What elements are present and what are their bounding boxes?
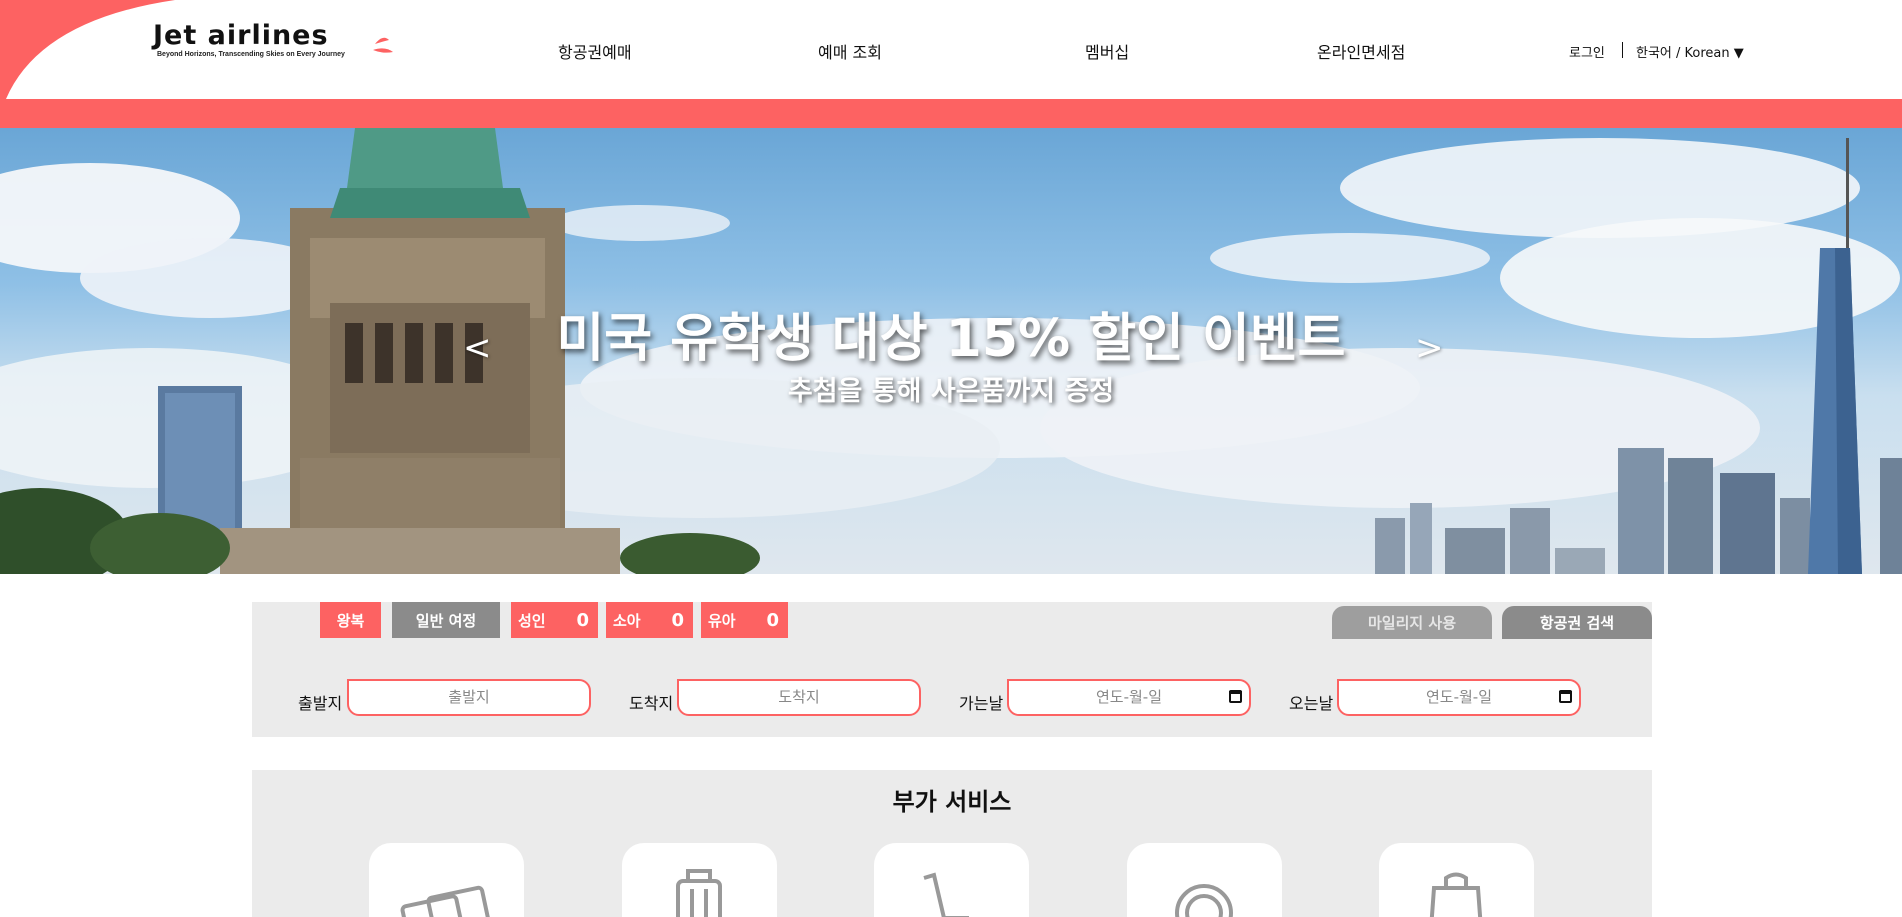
counter-child-label: 소아 [613,611,641,630]
nav-membership[interactable]: 멤버십 [1085,39,1129,63]
counter-child-value: 0 [671,609,684,631]
booking-panel: 왕복 일반 여정 성인 0 소아 0 유아 0 마일리지 사용 항공권 검색 [252,602,1652,737]
departure-input[interactable]: 출발지 [347,679,591,716]
service-card-ticket[interactable] [369,843,524,917]
duty-free-bag-icon [1429,872,1483,917]
luggage-icon [676,869,722,917]
service-card-luggage[interactable] [622,843,777,917]
meal-icon [1175,884,1233,917]
util-divider [1622,42,1623,58]
site-header: Jet airlines Beyond Horizons, Transcendi… [0,0,1902,99]
login-link[interactable]: 로그인 [1569,42,1605,61]
depart-date-input[interactable]: 연도-월-일 [1007,679,1251,716]
return-date-placeholder: 연도-월-일 [1425,688,1493,706]
departure-label: 출발지 [298,694,343,713]
logo[interactable]: Jet airlines Beyond Horizons, Transcendi… [153,22,393,72]
hero-subtitle: 추첨을 통해 사은품까지 증정 [787,376,1115,407]
tab-round-trip[interactable]: 왕복 [320,602,381,638]
return-date-label: 오는날 [1289,694,1334,713]
hero-title: 미국 유학생 대상 15% 할인 이벤트 [556,309,1346,369]
seat-icon [923,872,969,917]
counter-adult[interactable]: 성인 0 [511,602,598,638]
calendar-icon[interactable] [1559,690,1572,703]
arrival-input[interactable]: 도착지 [677,679,921,716]
depart-date-label: 가는날 [959,694,1004,713]
arrival-label: 도착지 [629,694,674,713]
nav-flight-booking[interactable]: 항공권예매 [558,39,632,63]
nav-duty-free[interactable]: 온라인면세점 [1317,39,1405,63]
calendar-icon[interactable] [1229,690,1242,703]
logo-tagline: Beyond Horizons, Transcending Skies on E… [157,51,345,58]
tab-flight-search[interactable]: 항공권 검색 [1502,606,1652,639]
language-select[interactable]: 한국어 / Korean ▼ [1636,42,1744,61]
ticket-icon [400,885,491,917]
depart-date-placeholder: 연도-월-일 [1095,688,1163,706]
nav-booking-lookup[interactable]: 예매 조회 [818,39,882,63]
service-card-meal[interactable] [1127,843,1282,917]
counter-infant-label: 유아 [708,611,736,630]
logo-text: Jet airlines [153,20,329,51]
return-date-input[interactable]: 연도-월-일 [1337,679,1581,716]
service-card-duty-free[interactable] [1379,843,1534,917]
counter-adult-label: 성인 [518,611,546,630]
counter-infant-value: 0 [766,609,779,631]
additional-services: 부가 서비스 [252,770,1652,917]
counter-infant[interactable]: 유아 0 [701,602,788,638]
accent-bar [0,99,1902,128]
tab-one-way[interactable]: 일반 여정 [392,602,500,638]
services-title: 부가 서비스 [892,788,1012,816]
service-card-seat[interactable] [874,843,1029,917]
logo-leaf-icon [373,37,393,53]
counter-child[interactable]: 소아 0 [606,602,693,638]
hero-banner: < > 미국 유학생 대상 15% 할인 이벤트 추첨을 통해 사은품까지 증정 [0,128,1902,574]
counter-adult-value: 0 [576,609,589,631]
tab-mileage[interactable]: 마일리지 사용 [1332,606,1492,639]
